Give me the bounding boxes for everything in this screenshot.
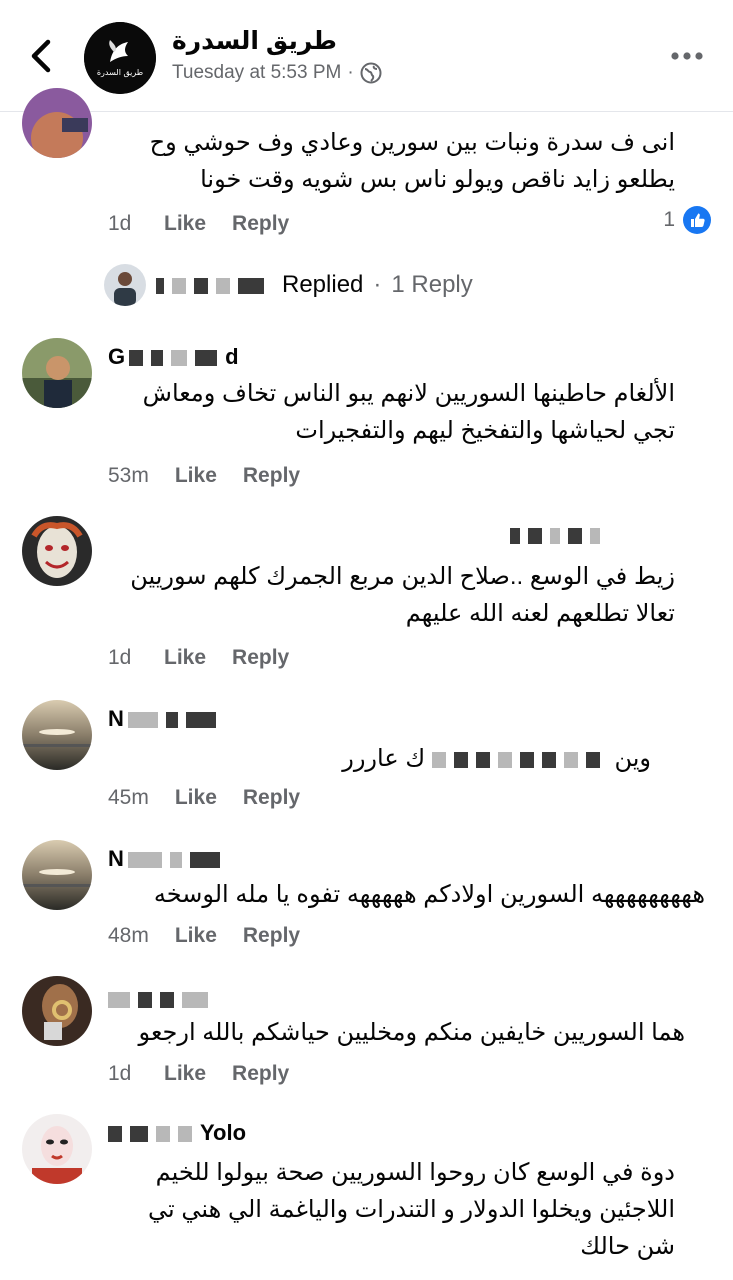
commenter-name[interactable]: Yolo — [108, 1120, 246, 1146]
comment-text: وين ك عاررر — [342, 745, 651, 772]
commenter-avatar[interactable] — [22, 88, 92, 158]
like-reaction-icon — [683, 206, 711, 234]
commenter-avatar[interactable] — [22, 338, 92, 408]
comment-text: الألغام حاطينها السوريين لانهم يبو الناس… — [142, 380, 675, 444]
reply-count[interactable]: 1 Reply — [391, 271, 472, 299]
comment-time[interactable]: 1d — [108, 646, 138, 670]
like-button[interactable]: Like — [175, 786, 217, 810]
svg-text:طريق السدرة: طريق السدرة — [97, 68, 143, 77]
reply-button[interactable]: Reply — [243, 786, 300, 810]
comment-actions: 1d Like Reply — [108, 212, 289, 236]
commenter-avatar[interactable] — [22, 516, 92, 586]
comment-text: هههههههههه السورين اولادكم هههههه تفوه ي… — [153, 881, 705, 908]
commenter-avatar[interactable] — [22, 976, 92, 1046]
replies-link[interactable]: Replied · 1 Reply — [104, 264, 473, 306]
reply-button[interactable]: Reply — [232, 1062, 289, 1086]
commenter-avatar[interactable] — [22, 700, 92, 770]
comment-actions: 45m Like Reply — [108, 786, 300, 810]
redacted-name — [156, 271, 272, 299]
comment-text: زيط في الوسع ..صلاح الدين مربع الجمرك كل… — [130, 563, 675, 627]
like-button[interactable]: Like — [164, 212, 206, 236]
comment-time[interactable]: 45m — [108, 786, 149, 810]
post-header: طريق السدرة طريق السدرة Tuesday at 5:53 … — [0, 0, 733, 112]
reaction-count: 1 — [663, 208, 675, 231]
replier-avatar — [104, 264, 146, 306]
page-name[interactable]: طريق السدرة — [172, 26, 337, 56]
commenter-name-redacted[interactable] — [510, 522, 608, 548]
reply-button[interactable]: Reply — [232, 212, 289, 236]
post-timestamp[interactable]: Tuesday at 5:53 PM — [172, 62, 341, 84]
commenter-avatar[interactable] — [22, 840, 92, 910]
comment-time[interactable]: 48m — [108, 924, 149, 948]
comment-text: انى ف سدرة ونبات بين سورين وعادي وف حوشي… — [149, 129, 675, 193]
back-arrow-icon[interactable] — [26, 36, 58, 76]
comment-time[interactable]: 1d — [108, 212, 138, 236]
reply-separator: · — [373, 271, 382, 298]
commenter-name[interactable]: N — [108, 846, 228, 872]
comment-actions: 1d Like Reply — [108, 1062, 289, 1086]
page-avatar[interactable]: طريق السدرة — [84, 22, 156, 94]
comment-actions: 48m Like Reply — [108, 924, 300, 948]
comment-time[interactable]: 53m — [108, 464, 149, 488]
more-options-icon[interactable] — [669, 48, 705, 64]
like-button[interactable]: Like — [164, 1062, 206, 1086]
commenter-name[interactable]: Gd Gd — [108, 344, 239, 370]
like-button[interactable]: Like — [175, 464, 217, 488]
reaction-summary[interactable]: 1 — [663, 206, 711, 234]
like-button[interactable]: Like — [164, 646, 206, 670]
meta-separator: · — [347, 62, 354, 83]
comment-actions: 53m Like Reply — [108, 464, 300, 488]
comment-time[interactable]: 1d — [108, 1062, 138, 1086]
globe-icon — [360, 62, 382, 84]
commenter-name-redacted[interactable] — [108, 986, 216, 1012]
reply-button[interactable]: Reply — [243, 464, 300, 488]
commenter-avatar[interactable] — [22, 1114, 92, 1184]
replied-label: Replied — [282, 271, 364, 298]
like-button[interactable]: Like — [175, 924, 217, 948]
comment-text: هما السوريين خايفين منكم ومخليين حياشكم … — [138, 1019, 685, 1046]
commenter-name[interactable]: N — [108, 706, 224, 732]
post-meta: Tuesday at 5:53 PM · — [172, 62, 382, 84]
reply-button[interactable]: Reply — [232, 646, 289, 670]
comment-actions: 1d Like Reply — [108, 646, 289, 670]
reply-button[interactable]: Reply — [243, 924, 300, 948]
comment-text: دوة في الوسع كان روحوا السوريين صحة بيول… — [148, 1159, 675, 1260]
